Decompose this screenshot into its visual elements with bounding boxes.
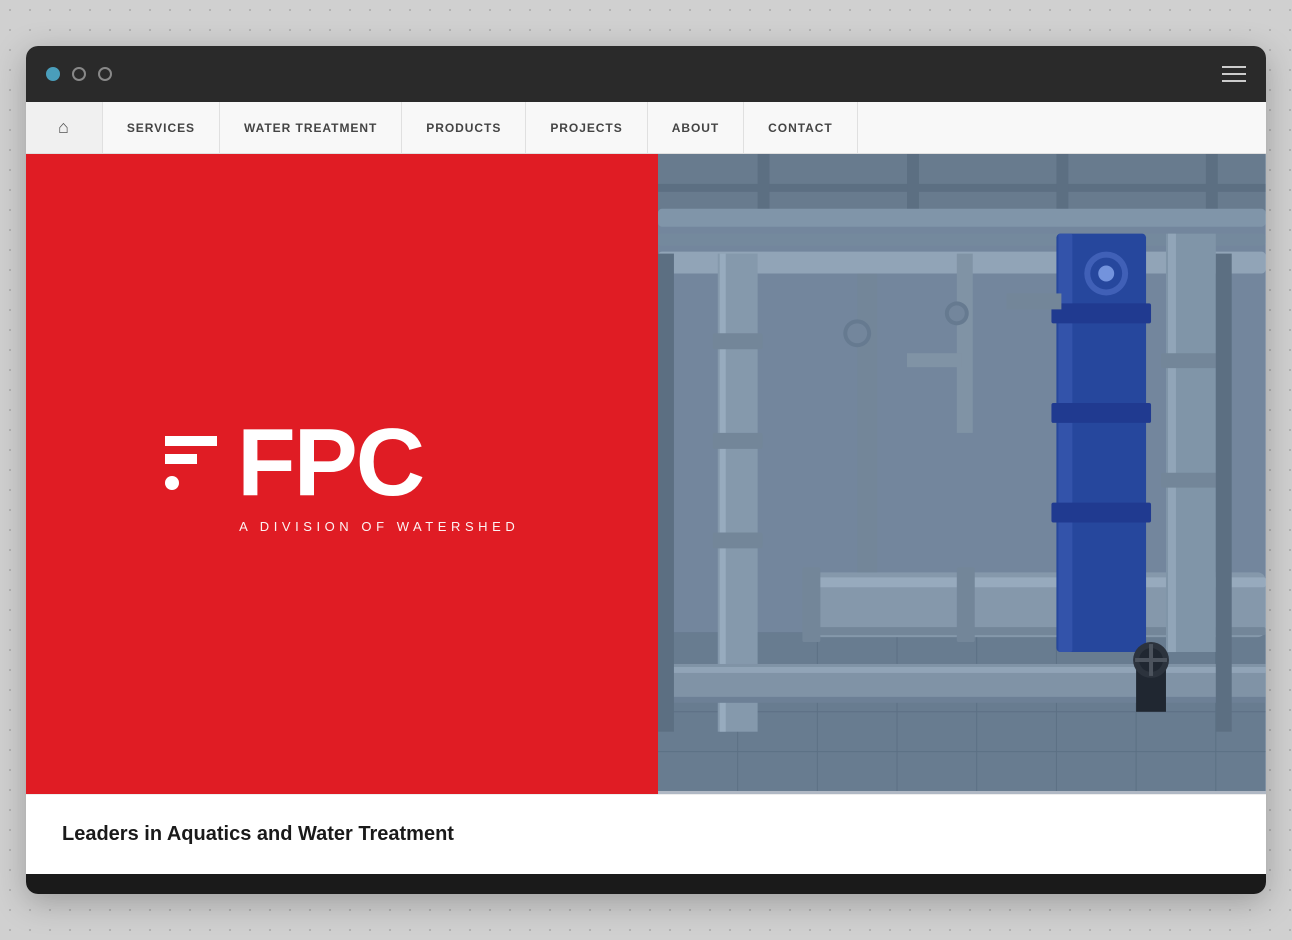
fpc-bar-short (165, 454, 197, 464)
fpc-logo: FPC A DIVISION OF WATERSHED (165, 415, 519, 534)
hamburger-line-3 (1222, 80, 1246, 82)
hamburger-line-1 (1222, 66, 1246, 68)
dot-outline-2 (98, 67, 112, 81)
nav-home[interactable]: ⌂ (26, 102, 103, 153)
home-icon: ⌂ (58, 117, 70, 138)
fpc-bar-long-1 (165, 436, 217, 446)
browser-window: ⌂ SERVICES WATER TREATMENT PRODUCTS PROJ… (26, 46, 1266, 894)
fpc-symbol (165, 436, 217, 490)
dot-blue (46, 67, 60, 81)
nav-services[interactable]: SERVICES (103, 102, 220, 153)
nav-projects[interactable]: PROJECTS (526, 102, 647, 153)
nav-water-treatment[interactable]: WATER TREATMENT (220, 102, 402, 153)
browser-dots (46, 67, 112, 81)
hero-right-panel (658, 154, 1266, 794)
navigation: ⌂ SERVICES WATER TREATMENT PRODUCTS PROJ… (26, 102, 1266, 154)
hero-left-panel: FPC A DIVISION OF WATERSHED (26, 154, 658, 794)
fpc-main-text: FPC (237, 415, 423, 511)
dot-outline-1 (72, 67, 86, 81)
nav-products[interactable]: PRODUCTS (402, 102, 526, 153)
fpc-logo-row: FPC (165, 415, 423, 511)
hamburger-line-2 (1222, 73, 1246, 75)
industrial-pipes-image (658, 154, 1266, 791)
fpc-subtitle: A DIVISION OF WATERSHED (239, 519, 519, 534)
hamburger-menu[interactable] (1222, 66, 1246, 82)
nav-contact[interactable]: CONTACT (744, 102, 858, 153)
bottom-title: Leaders in Aquatics and Water Treatment (62, 823, 1230, 846)
browser-chrome (26, 46, 1266, 102)
footer-bar (26, 874, 1266, 894)
bottom-section: Leaders in Aquatics and Water Treatment (26, 794, 1266, 874)
hero-section: FPC A DIVISION OF WATERSHED (26, 154, 1266, 794)
nav-about[interactable]: ABOUT (648, 102, 744, 153)
fpc-dot (165, 476, 179, 490)
